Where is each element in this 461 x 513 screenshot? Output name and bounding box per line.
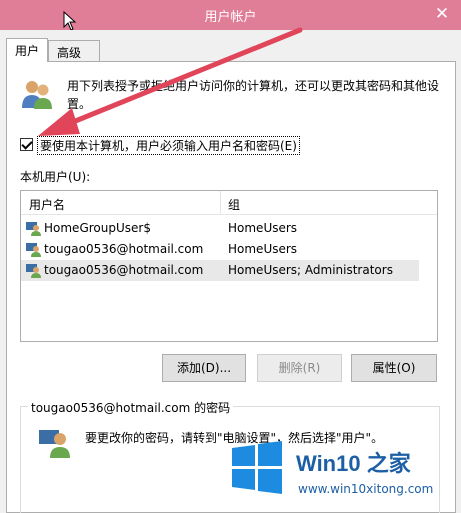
users-listview[interactable]: 用户名 组 HomeGroupUser$ HomeUsers tougao053… — [20, 190, 438, 342]
column-header-username[interactable]: 用户名 — [29, 196, 65, 213]
users-icon — [22, 81, 52, 109]
table-row[interactable]: HomeGroupUser$ HomeUsers — [21, 218, 419, 239]
tab-users[interactable]: 用户 — [6, 38, 48, 62]
properties-button[interactable]: 属性(O) — [351, 354, 437, 382]
table-row-selected[interactable]: tougao0536@hotmail.com HomeUsers; Admini… — [21, 260, 419, 281]
tab-advanced[interactable]: 高级 — [48, 40, 100, 62]
watermark-title: Win10 之家 — [296, 451, 411, 476]
user-account-icon — [26, 222, 41, 236]
row-group: HomeUsers — [228, 221, 298, 235]
windows-logo-icon — [232, 441, 282, 494]
row-username: tougao0536@hotmail.com — [44, 242, 204, 256]
require-login-label[interactable]: 要使用本计算机，用户必须输入用户名和密码(E) — [37, 136, 300, 155]
column-header-group[interactable]: 组 — [228, 196, 240, 213]
table-row[interactable]: tougao0536@hotmail.com HomeUsers — [21, 239, 419, 260]
row-username: HomeGroupUser$ — [44, 221, 151, 235]
add-user-button[interactable]: 添加(D)... — [162, 354, 246, 382]
admin-account-icon — [26, 264, 41, 278]
user-password-icon — [39, 430, 70, 458]
row-group: HomeUsers — [228, 242, 298, 256]
close-button[interactable]: ✕ — [429, 3, 455, 25]
watermark-url: www.win10xitong.com — [298, 482, 434, 496]
row-group: HomeUsers; Administrators — [228, 263, 393, 277]
column-separator[interactable] — [220, 191, 221, 215]
users-list-label: 本机用户(U): — [20, 170, 91, 184]
remove-user-button[interactable]: 删除(R) — [257, 354, 342, 382]
list-header: 用户名 组 — [21, 191, 437, 215]
user-account-icon — [26, 243, 41, 257]
require-login-checkbox[interactable] — [20, 138, 33, 151]
mouse-cursor-icon — [63, 11, 77, 31]
password-group-label: tougao0536@hotmail.com 的密码 — [28, 399, 234, 416]
description-text: 用下列表授予或拒绝用户访问你的计算机，还可以更改其密码和其他设置。 — [67, 79, 440, 111]
row-username: tougao0536@hotmail.com — [44, 263, 204, 277]
watermark: Win10 之家 www.win10xitong.com — [228, 438, 458, 510]
